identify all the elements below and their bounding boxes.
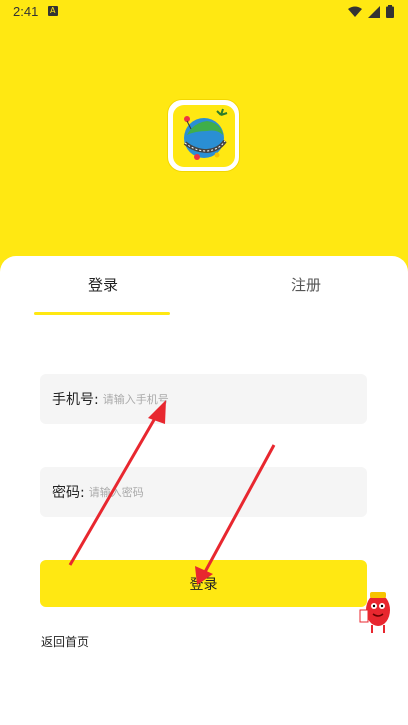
status-icons xyxy=(348,5,394,18)
active-tab-indicator xyxy=(34,312,170,315)
back-home-link[interactable]: 返回首页 xyxy=(41,633,89,650)
globe-map-logo-icon xyxy=(183,108,228,160)
status-time: 2:41 xyxy=(13,4,39,19)
login-button[interactable]: 登录 xyxy=(40,560,367,607)
wifi-icon xyxy=(348,6,362,17)
mascot-icon[interactable] xyxy=(358,590,394,634)
phone-field[interactable]: 手机号: xyxy=(40,374,367,424)
app-logo xyxy=(168,100,239,171)
tab-register[interactable]: 注册 xyxy=(291,274,321,295)
login-card: 登录 注册 手机号: 密码: 登录 返回首页 xyxy=(0,256,408,725)
notification-icon: A xyxy=(48,6,58,16)
tab-login[interactable]: 登录 xyxy=(88,274,118,295)
password-input[interactable] xyxy=(88,485,289,499)
battery-icon xyxy=(386,5,394,18)
password-field[interactable]: 密码: xyxy=(40,467,367,517)
password-label: 密码: xyxy=(52,485,85,501)
phone-label: 手机号: xyxy=(52,392,99,408)
signal-icon xyxy=(368,5,380,18)
status-bar: 2:41 A xyxy=(0,0,408,24)
phone-input[interactable] xyxy=(102,392,303,406)
